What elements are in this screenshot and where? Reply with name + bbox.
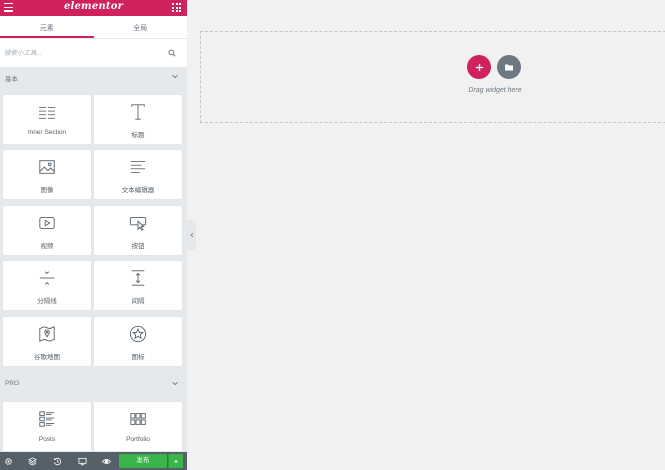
widget-label: 按钮 [131,243,145,250]
spacer-icon [94,269,182,287]
settings-icon[interactable] [3,456,13,466]
heading-icon [94,103,182,121]
widgets-grid-icon[interactable] [172,3,181,12]
category-label: 基本 [5,76,18,83]
widget-portfolio[interactable]: Portfolio [94,402,182,451]
widget-heading[interactable]: 标题 [94,95,182,144]
widget-label: Posts [38,436,56,443]
history-icon[interactable] [52,456,62,466]
divider-icon [3,269,91,287]
search-bar [0,38,187,67]
search-icon[interactable] [168,49,176,57]
text-editor-icon [94,158,182,176]
add-section-button[interactable] [467,55,491,79]
inner-section-icon [3,103,91,121]
publish-options-button[interactable] [168,454,183,468]
widget-label: 间隔 [131,298,145,305]
widget-label: 谷歌地图 [34,354,60,361]
add-template-button[interactable] [497,55,521,79]
widget-label: 图标 [131,354,145,361]
chevron-down-icon [172,381,178,386]
responsive-icon[interactable] [77,456,87,466]
widget-posts[interactable]: Posts [3,402,91,451]
elementor-logo: elementor [63,1,124,12]
panel-footer: 发布 [0,452,187,470]
panel-header: elementor [0,0,187,16]
panel-collapse-toggle[interactable] [187,220,196,250]
widget-inner-section[interactable]: Inner Section [3,95,91,144]
category-pro-header[interactable]: PRO [0,375,187,393]
tab-global[interactable]: 全局 [94,16,188,38]
drag-widget-hint: Drag widget here [468,87,522,94]
panel-tabs: 元素 全局 [0,16,187,38]
widget-video[interactable]: 视频 [3,206,91,255]
widget-image[interactable]: 图像 [3,150,91,199]
widget-label: Inner Section [27,129,67,136]
portfolio-icon [94,410,182,428]
category-label: PRO [5,380,20,387]
layers-icon[interactable] [27,456,37,466]
widget-label: 视频 [40,243,54,250]
chevron-down-icon [172,74,178,79]
publish-button[interactable]: 发布 [119,454,167,468]
widget-label: 标题 [131,132,145,139]
video-icon [3,214,91,232]
image-icon [3,158,91,176]
editor-canvas: Drag widget here [187,0,665,470]
tab-elements[interactable]: 元素 [0,16,94,38]
category-basic-header[interactable]: 基本 [0,68,187,86]
plus-icon [475,63,483,71]
folder-icon [505,64,513,71]
posts-icon [3,410,91,428]
widget-google-maps[interactable]: 谷歌地图 [3,317,91,366]
widget-label: 图像 [40,187,54,194]
caret-up-icon [174,459,178,463]
empty-section-dropzone[interactable] [200,31,665,123]
preview-icon[interactable] [101,456,111,466]
widget-spacer[interactable]: 间隔 [94,261,182,310]
widget-label: Portfolio [126,436,150,443]
google-maps-icon [3,325,91,343]
widget-button[interactable]: 按钮 [94,206,182,255]
widget-icon[interactable]: 图标 [94,317,182,366]
widget-text-editor[interactable]: 文本编辑器 [94,150,182,199]
star-icon [94,325,182,343]
widget-label: 文本编辑器 [121,187,155,194]
widget-divider[interactable]: 分隔线 [3,261,91,310]
editor-panel: elementor 元素 全局 基本 Inner Section 标题 图像 [0,0,187,470]
widget-label: 分隔线 [37,298,57,305]
chevron-left-icon [190,232,193,238]
search-input[interactable] [4,46,164,60]
button-icon [94,214,182,232]
